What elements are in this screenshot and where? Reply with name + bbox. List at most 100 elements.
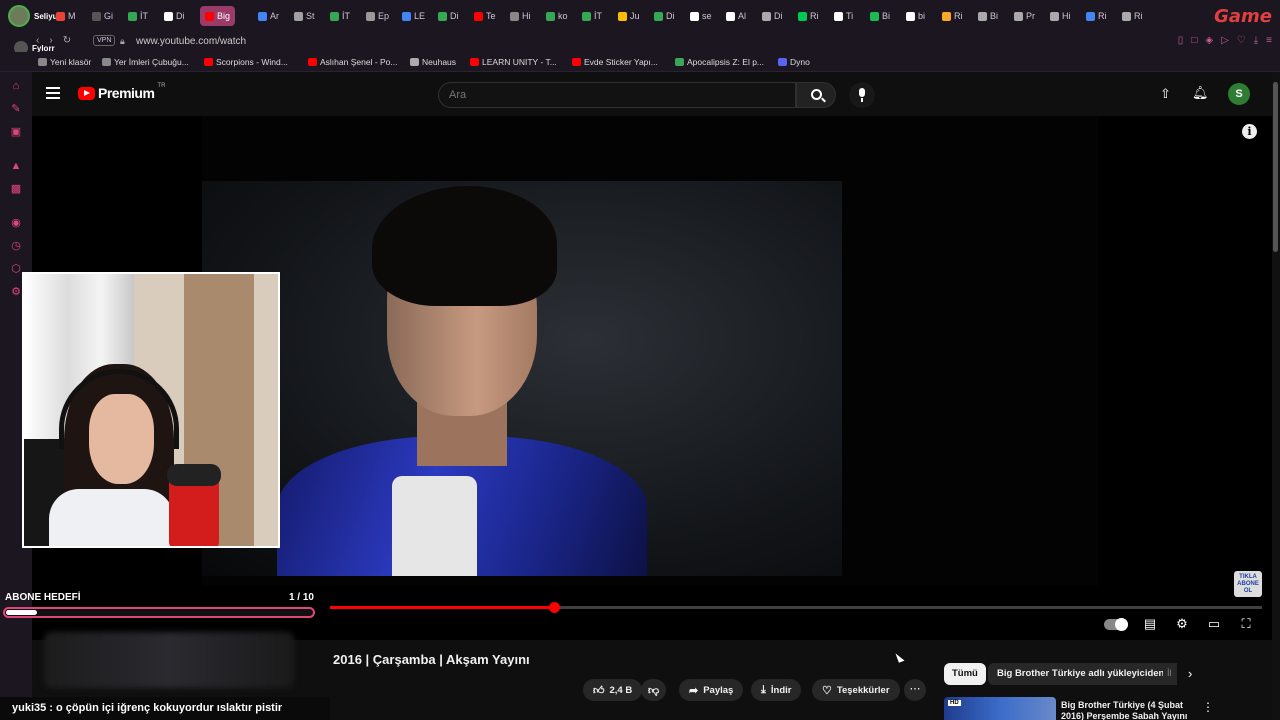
browser-tab[interactable]: Pr	[1014, 8, 1035, 24]
heart-icon[interactable]: ♡	[1237, 35, 1246, 46]
stream-brand-logo: Game	[1214, 6, 1272, 27]
browser-tab[interactable]: Ri	[1122, 8, 1143, 24]
screenshot-icon[interactable]: □	[1191, 35, 1197, 46]
notifications-bell-icon[interactable]: 🔔︎	[1192, 85, 1209, 101]
progress-scrubber[interactable]	[548, 602, 560, 613]
bookmark-item[interactable]: Dyno	[778, 57, 810, 67]
sidebar-home-icon[interactable]: ⌂	[10, 80, 22, 92]
browser-tab[interactable]: Gi	[92, 8, 113, 24]
sidebar-twitch-icon[interactable]: ▩	[10, 183, 22, 195]
chip-uploader[interactable]: Big Brother Türkiye adlı yükleyiciden	[988, 663, 1174, 685]
tab-favicon-icon	[906, 11, 915, 21]
dislike-button[interactable]: 👎︎	[641, 679, 667, 701]
browser-tab[interactable]: se	[690, 8, 712, 24]
tab-favicon-icon	[128, 11, 137, 21]
thanks-button[interactable]: ♡ Teşekkürler	[812, 679, 900, 701]
autoplay-toggle[interactable]	[1104, 618, 1128, 631]
reload-icon[interactable]: ↻	[63, 35, 71, 46]
voice-search-icon[interactable]	[849, 82, 875, 108]
subscribe-badge[interactable]: TIKLA ABONE OL	[1234, 571, 1262, 597]
bookmark-item[interactable]: Aslıhan Şenel - Po...	[308, 57, 398, 67]
browser-tab[interactable]: Big	[200, 6, 236, 26]
search-input[interactable]	[438, 82, 796, 108]
browser-tab[interactable]: Ep	[366, 8, 389, 24]
download-icon[interactable]: ⤓	[1254, 35, 1258, 46]
bookmark-item[interactable]: LEARN UNITY - T...	[470, 57, 557, 67]
bookmark-item[interactable]: Apocalipsis Z: El p...	[675, 57, 764, 67]
sidebar-circle-icon[interactable]: ◉	[10, 217, 22, 229]
browser-tab[interactable]: M	[56, 8, 76, 24]
browser-tab[interactable]: Ti	[834, 8, 853, 24]
settings-gear-icon[interactable]: ⚙	[1174, 616, 1190, 632]
browser-tab[interactable]: Hi	[1050, 8, 1071, 24]
bookmark-label: Scorpions - Wind...	[216, 57, 288, 67]
shield-icon[interactable]: ◈	[1205, 35, 1213, 46]
like-button[interactable]: 👍︎ 2,4 B	[583, 679, 643, 701]
download-button[interactable]: ⤓ İndir	[751, 679, 802, 701]
bookmark-item[interactable]: Neuhaus	[410, 57, 456, 67]
play-icon[interactable]: ▷	[1221, 35, 1229, 46]
browser-tab[interactable]: ko	[546, 8, 568, 24]
sidebar-triangle-icon[interactable]: ▲	[10, 160, 22, 172]
chip-all[interactable]: Tümü	[944, 663, 986, 685]
recommended-title[interactable]: Big Brother Türkiye (4 Şubat 2016) Perşe…	[1061, 700, 1191, 720]
bookmark-item[interactable]: Scorpions - Wind...	[204, 57, 288, 67]
bookmark-icon[interactable]: ▯	[1178, 35, 1184, 46]
browser-tab[interactable]: Bi	[978, 8, 998, 24]
browser-tab[interactable]: Te	[474, 8, 496, 24]
tab-favicon-icon	[870, 11, 879, 21]
browser-tab[interactable]: Ri	[798, 8, 819, 24]
menu-lines-icon[interactable]: ≡	[1266, 35, 1272, 46]
browser-tab[interactable]: Ju	[618, 8, 640, 24]
browser-tab[interactable]: Ri	[1086, 8, 1107, 24]
page-scrollbar[interactable]	[1272, 72, 1280, 720]
browser-tab[interactable]: Di	[438, 8, 459, 24]
share-button[interactable]: ➦ Paylaş	[679, 679, 744, 701]
browser-tab[interactable]: St	[294, 8, 315, 24]
more-actions-button[interactable]: ⋯	[904, 679, 926, 701]
chat-username: yuki35	[12, 702, 47, 714]
sidebar-clock-icon[interactable]: ◷	[10, 240, 22, 252]
vpn-badge[interactable]: VPN	[93, 35, 116, 46]
tab-favicon-icon	[726, 11, 735, 21]
browser-tab[interactable]: Di	[654, 8, 675, 24]
account-avatar[interactable]: S	[1228, 83, 1250, 105]
bookmark-item[interactable]: Yeni klasör	[38, 57, 91, 67]
theater-mode-icon[interactable]: ▭	[1206, 616, 1222, 632]
fullscreen-icon[interactable]: ⛶	[1238, 616, 1254, 632]
info-icon[interactable]: i	[1242, 124, 1257, 139]
sidebar-pen-icon[interactable]: ✎	[10, 103, 22, 115]
browser-tab[interactable]: Di	[164, 8, 185, 24]
recommended-menu-icon[interactable]: ⋮	[1202, 700, 1214, 714]
video-frame[interactable]	[202, 116, 1098, 586]
sidebar-cube-icon[interactable]: ⬡	[10, 263, 22, 275]
chip-more[interactable]: İl	[1163, 663, 1177, 685]
browser-tab[interactable]: bi	[906, 8, 925, 24]
browser-tab[interactable]: Ri	[942, 8, 963, 24]
browser-tab[interactable]: Hi	[510, 8, 531, 24]
url-field[interactable]: www.youtube.com/watch	[136, 36, 246, 47]
browser-tab[interactable]: İT	[582, 8, 602, 24]
recommended-thumbnail[interactable]	[944, 697, 1056, 720]
lock-icon[interactable]: 🔒︎	[120, 36, 125, 47]
sidebar-mail-icon[interactable]: ▣	[10, 126, 22, 138]
browser-tab[interactable]: İT	[128, 8, 148, 24]
upload-icon[interactable]: ⇧	[1160, 86, 1171, 102]
browser-tab[interactable]: Ar	[258, 8, 279, 24]
browser-tab[interactable]: LE	[402, 8, 425, 24]
chevron-right-icon[interactable]: ›	[1188, 666, 1192, 681]
bookmark-item[interactable]: Evde Sticker Yapı...	[572, 57, 658, 67]
search-button[interactable]	[796, 82, 836, 108]
sidebar-settings-icon[interactable]: ⚙	[10, 286, 22, 298]
subtitles-icon[interactable]: ▤	[1142, 616, 1158, 632]
progress-bar[interactable]	[330, 602, 1262, 613]
scrollbar-thumb[interactable]	[1273, 82, 1278, 252]
browser-tab[interactable]: Bi	[870, 8, 890, 24]
browser-tab[interactable]: Al	[726, 8, 746, 24]
bookmark-item[interactable]: Yer İmleri Çubuğu...	[102, 57, 189, 67]
youtube-logo[interactable]: Premium TR	[78, 83, 165, 101]
hamburger-menu-icon[interactable]	[46, 87, 60, 99]
browser-tab[interactable]: İT	[330, 8, 350, 24]
bookmark-icon	[675, 58, 684, 66]
browser-tab[interactable]: Di	[762, 8, 783, 24]
